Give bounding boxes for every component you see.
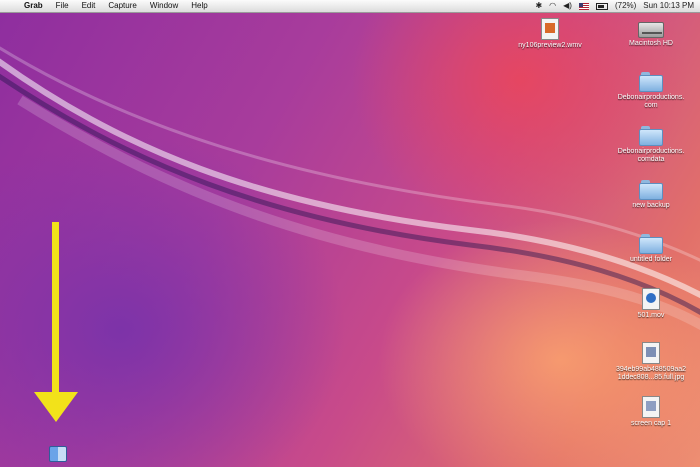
desktop-item-ny106preview2[interactable]: ny106preview2.wmv xyxy=(505,18,595,50)
desktop-item-screen-cap-1[interactable]: screen cap 1 xyxy=(606,396,696,428)
volume-icon[interactable]: ◀) xyxy=(563,0,572,12)
menu-window[interactable]: Window xyxy=(150,0,178,12)
desktop-item-label: 501.mov xyxy=(637,312,665,319)
desktop-item-label: new backup xyxy=(632,202,670,209)
menu-help[interactable]: Help xyxy=(191,0,207,12)
desktop-item-debonair-comdata[interactable]: Debonairproductions. comdata xyxy=(606,126,696,164)
menu-file[interactable]: File xyxy=(56,0,69,12)
desktop-item-untitled-folder[interactable]: untitled folder xyxy=(606,234,696,264)
video-file-icon xyxy=(541,18,559,40)
desktop-item-new-backup[interactable]: new backup xyxy=(606,180,696,210)
desktop-item-label: screen cap 1 xyxy=(630,420,672,427)
hard-drive-icon xyxy=(638,22,664,38)
tiff-file-icon xyxy=(642,396,660,418)
desktop-item-label: 394eb99ab488509aa2 1ddec808...85.full.jpg xyxy=(615,366,687,381)
desktop-item-label: Debonairproductions. comdata xyxy=(617,148,685,163)
desktop-item-macintosh-hd[interactable]: Macintosh HD xyxy=(606,18,696,48)
wallpaper-swoosh xyxy=(0,46,700,331)
folder-icon xyxy=(639,72,663,92)
desktop-background xyxy=(0,0,700,467)
folder-icon xyxy=(639,126,663,146)
battery-icon[interactable] xyxy=(595,2,608,10)
finder-icon[interactable] xyxy=(49,446,67,462)
menu-app-grab[interactable]: Grab xyxy=(24,0,43,12)
desktop-item-debonair-com[interactable]: Debonairproductions. com xyxy=(606,72,696,110)
quicktime-file-icon xyxy=(642,288,660,310)
desktop-item-label: ny106preview2.wmv xyxy=(518,42,582,49)
desktop-item-label: untitled folder xyxy=(629,256,673,263)
folder-icon xyxy=(639,234,663,254)
folder-icon xyxy=(639,180,663,200)
yellow-down-arrow xyxy=(34,222,78,422)
desktop-item-label: Debonairproductions. com xyxy=(617,94,685,109)
menu-bar: Grab File Edit Capture Window Help ✱ ◠ ◀… xyxy=(0,0,700,13)
menu-capture[interactable]: Capture xyxy=(108,0,136,12)
jpeg-file-icon xyxy=(642,342,660,364)
menu-clock[interactable]: Sun 10:13 PM xyxy=(643,0,694,12)
wifi-icon[interactable]: ◠ xyxy=(549,0,556,12)
desktop-item-label: Macintosh HD xyxy=(629,40,673,47)
desktop-item-501-mov[interactable]: 501.mov xyxy=(606,288,696,320)
desktop-item-jpg[interactable]: 394eb99ab488509aa2 1ddec808...85.full.jpg xyxy=(606,342,696,382)
battery-percent[interactable]: (72%) xyxy=(615,0,636,12)
menu-edit[interactable]: Edit xyxy=(82,0,96,12)
bluetooth-icon[interactable]: ✱ xyxy=(535,0,542,12)
input-menu-flag-icon[interactable] xyxy=(578,2,589,10)
